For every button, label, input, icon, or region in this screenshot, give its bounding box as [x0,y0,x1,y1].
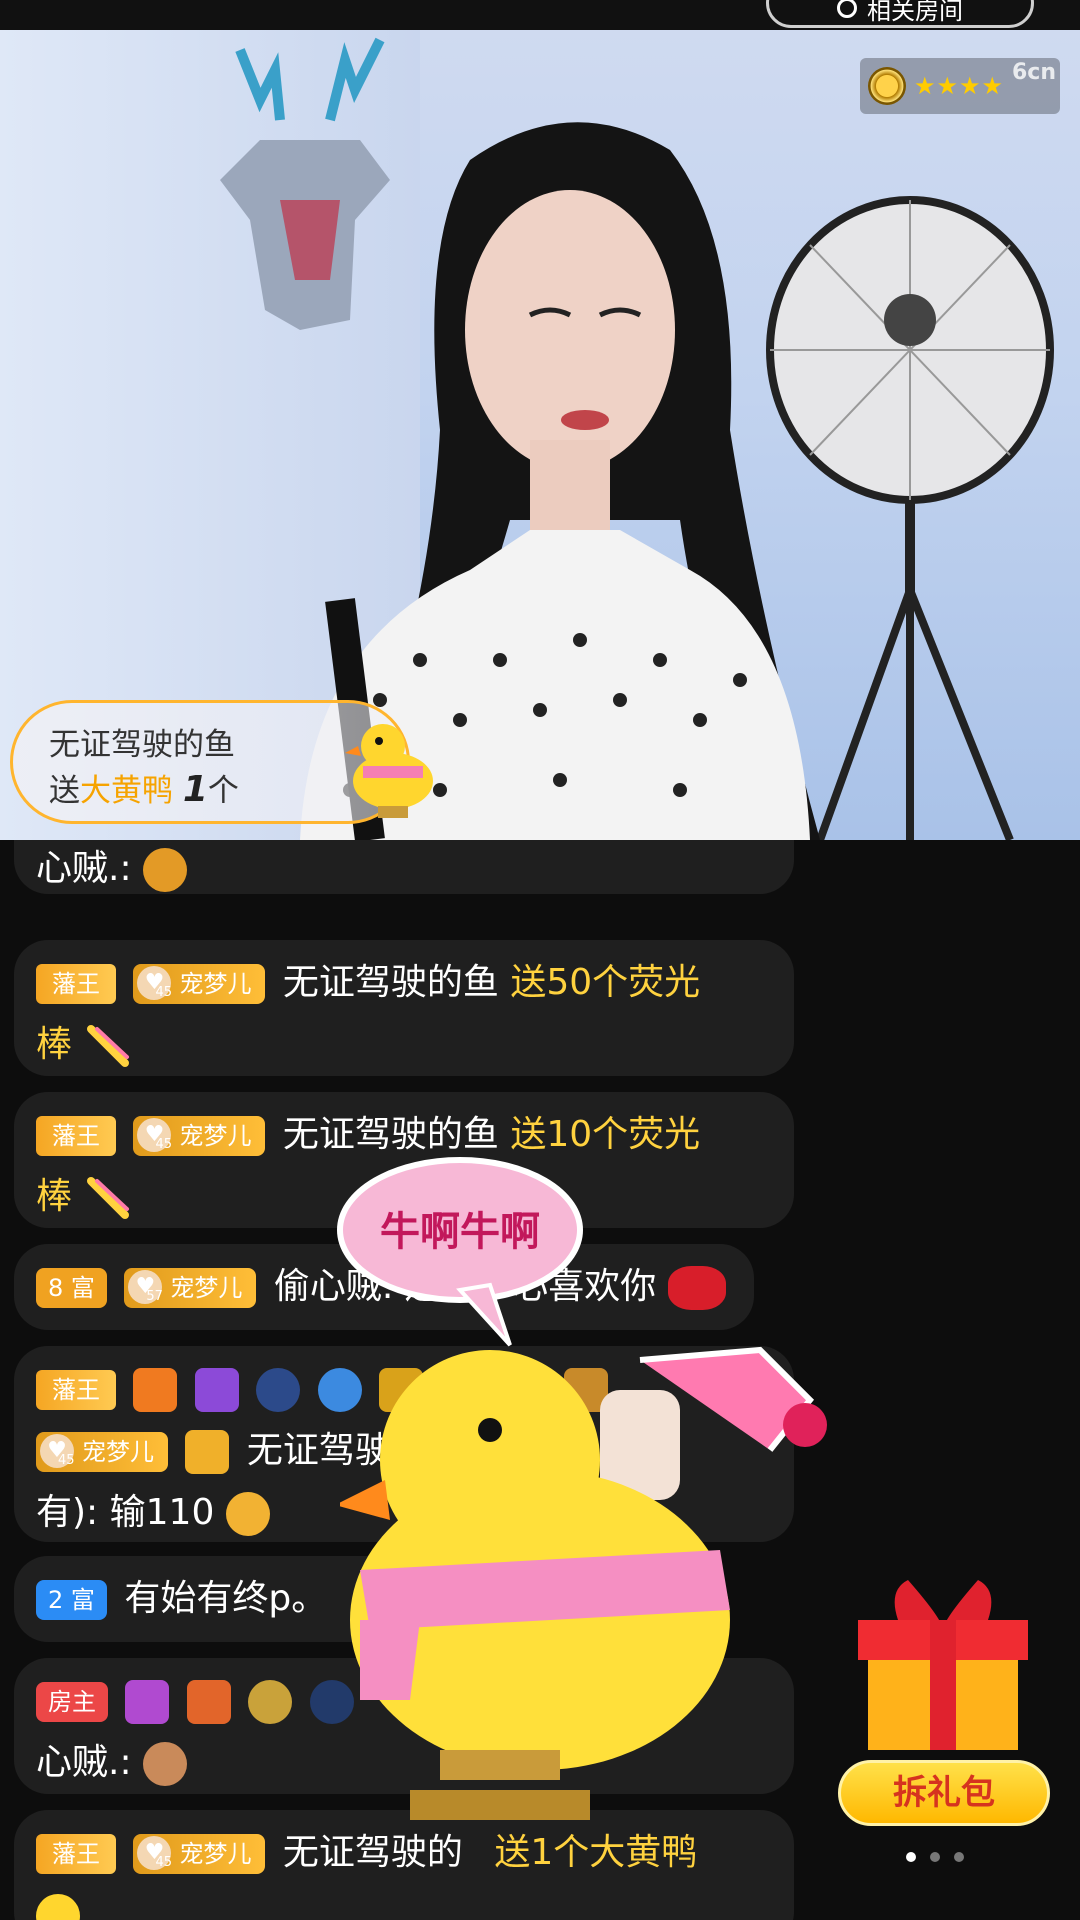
glowstick-icon [87,1025,130,1067]
gift-box-icon[interactable] [838,1560,1048,1760]
chat-message: 心贼.: [14,840,794,894]
brand-logo: 6cn [1011,60,1056,85]
live-video[interactable]: ★★★★ 6cn 无证驾驶的鱼 送大黄鸭 1个 [0,30,1080,840]
anchor-level-badge: ★★★★ 6cn [860,58,1060,114]
location-icon [837,0,857,18]
sun-medal-icon [868,67,906,105]
host-badge: 房主 [36,1682,108,1722]
sad-face-icon [225,1492,270,1536]
fan-badge: 宠梦儿45 [133,1834,266,1874]
heart-love-icon [667,1266,726,1310]
duck-gift-animation [340,1346,827,1820]
chat-username[interactable]: 无证驾驶的鱼 [283,962,499,1003]
rank-badge: 藩王 [36,964,116,1004]
duck-gift-icon [345,724,433,818]
page-dot [906,1852,916,1862]
chat-username[interactable]: 有始有终p。 [124,1578,327,1619]
gift-line: 送大黄鸭 1个 [49,769,239,810]
wealth-badge: 2 富 [36,1580,107,1620]
badge-medal-icon [256,1368,301,1412]
page-dot [930,1852,940,1862]
related-rooms-button[interactable]: 相关房间 [766,0,1034,28]
page-indicator [906,1852,964,1862]
gift-sender: 无证驾驶的鱼 [49,727,235,763]
chat-username[interactable]: 无证驾驶的鱼 [283,1114,499,1155]
emoji-icon [143,848,188,892]
gift-notification-banner: 无证驾驶的鱼 送大黄鸭 1个 [10,700,433,824]
rank-badge: 藩王 [36,1116,116,1156]
bubble-text: 牛啊牛啊 [380,1209,540,1255]
chat-text: 送10个荧光 [510,1114,701,1155]
duck-gift-icon [36,1894,80,1920]
emblem-medal-icon [186,1680,231,1724]
fan-badge: 宠梦儿45 [133,1116,266,1156]
sun-medal-icon [248,1680,293,1724]
avatar-medal-icon [185,1430,230,1474]
wealth-badge: 8 富 [36,1268,107,1308]
fan-badge: 宠梦儿57 [124,1268,257,1308]
crown-medal-icon [133,1368,178,1412]
rank-badge: 藩王 [36,1834,116,1874]
page-dot [954,1852,964,1862]
fan-badge: 宠梦儿45 [36,1432,168,1472]
star-rating: ★★★★ [914,72,1005,100]
glowstick-icon [87,1177,130,1219]
gift-count: 1 [182,769,208,810]
rank-badge: 藩王 [36,1370,116,1410]
star-medal-icon [194,1368,239,1412]
chat-text: 送1个大黄鸭 [494,1832,698,1873]
chat-text: 送50个荧光 [510,962,701,1003]
gift-name: 大黄鸭 [80,773,173,809]
chat-username[interactable]: 无证驾驶的 [283,1832,463,1873]
shield-medal-icon [125,1680,170,1724]
unwrap-gift-button[interactable]: 拆礼包 [838,1760,1050,1826]
chat-message: 藩王 宠梦儿45 无证驾驶的鱼 送50个荧光 棒 [14,940,794,1076]
fan-badge: 宠梦儿45 [133,964,266,1004]
handsome-medal-icon [143,1742,188,1786]
related-rooms-label: 相关房间 [867,0,963,25]
